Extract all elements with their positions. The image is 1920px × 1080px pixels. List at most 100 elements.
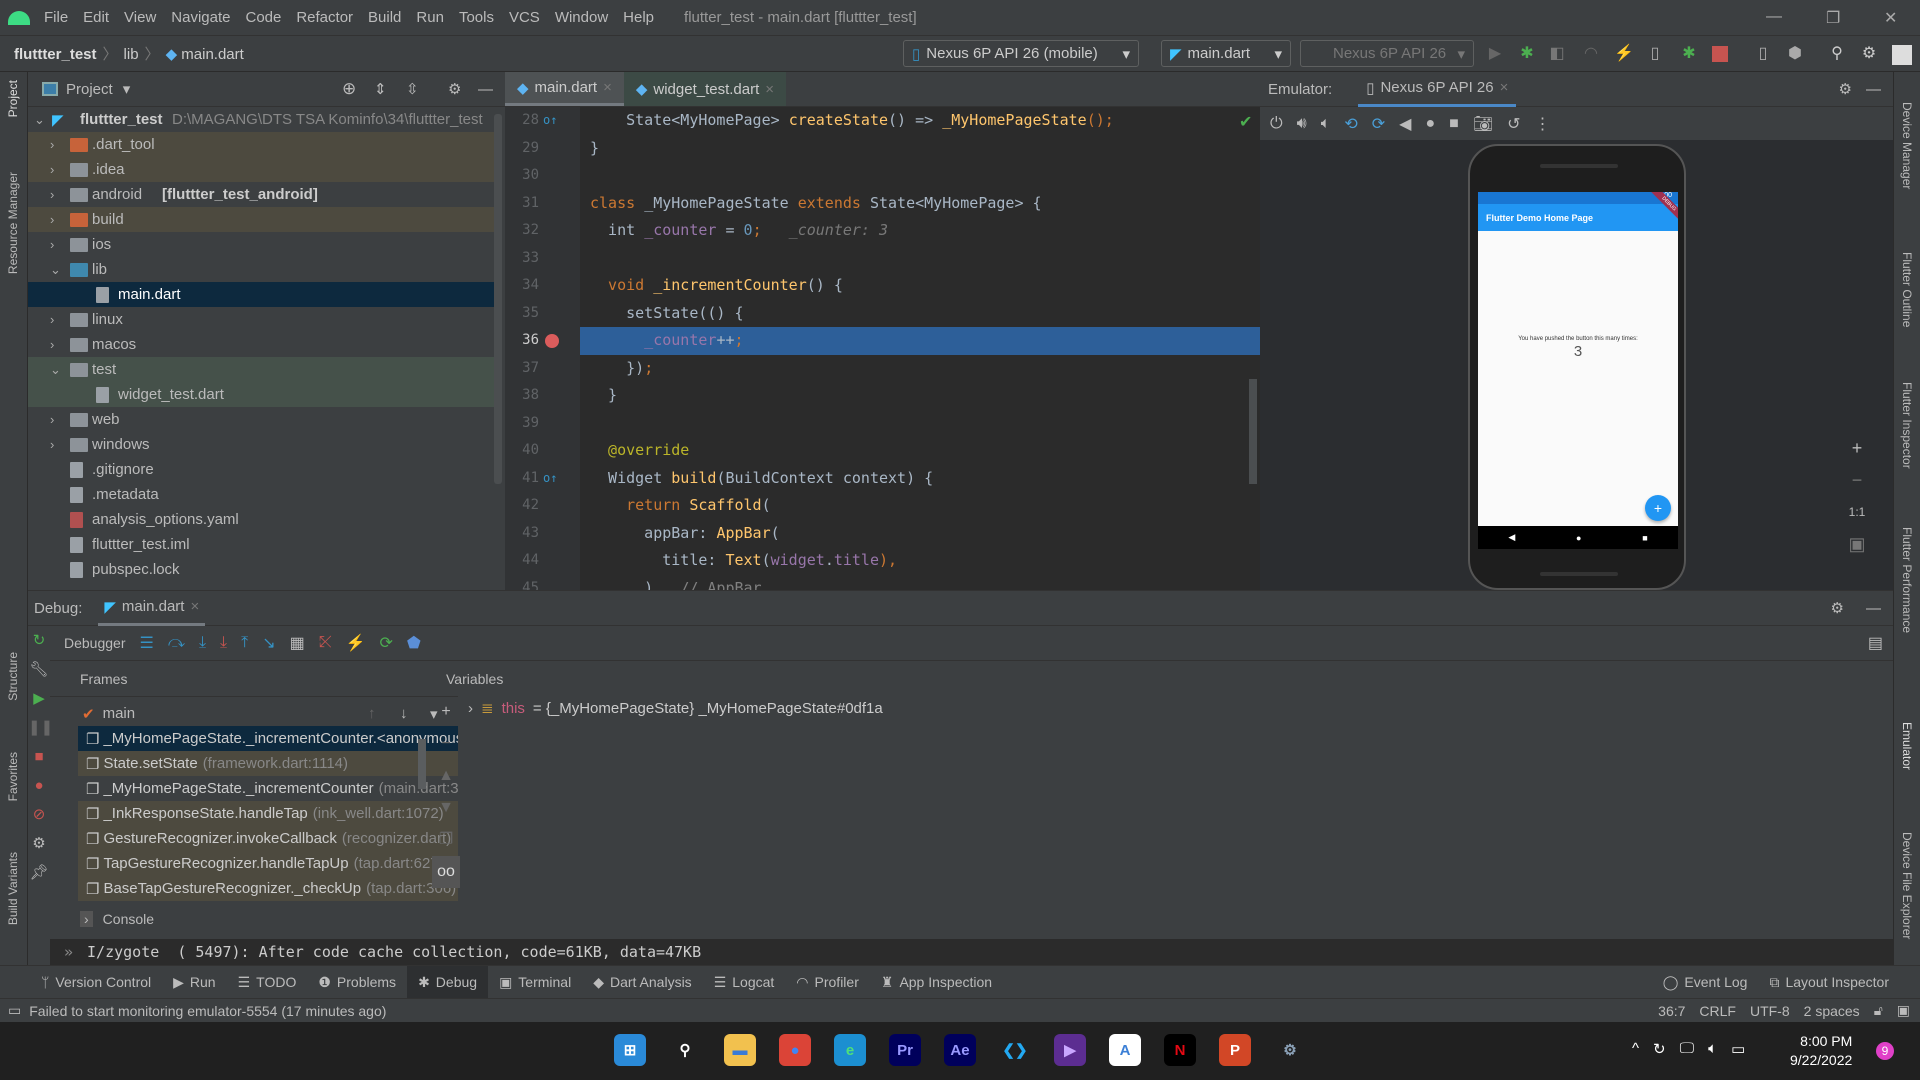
snapshot-restore-icon[interactable]: ↺ — [1507, 114, 1520, 134]
power-icon[interactable]: ⏻ — [1270, 115, 1283, 133]
code-line[interactable]: 36 _counter++; — [505, 327, 1260, 355]
tree-item[interactable]: › macos — [28, 332, 498, 357]
console-tab[interactable]: › Console — [80, 911, 154, 927]
breakpoint-icon[interactable] — [545, 334, 559, 348]
tree-item[interactable]: › .idea — [28, 157, 498, 182]
code-line[interactable]: 28 o↑ State<MyHomePage> createState() => … — [505, 107, 1260, 135]
taskbar-start-icon[interactable]: ⊞ — [614, 1034, 646, 1066]
drop-frame-icon[interactable]: ⤪ — [319, 634, 332, 652]
tool-window-flutter-performance[interactable]: Flutter Performance — [1900, 527, 1914, 633]
menu-edit[interactable]: Edit — [83, 9, 109, 26]
tool-window-build-variants[interactable]: Build Variants — [6, 852, 20, 925]
tree-item[interactable]: › linux — [28, 307, 498, 332]
taskbar-chrome-icon[interactable]: ● — [779, 1034, 811, 1066]
gear-icon[interactable]: ⚙ — [1839, 80, 1852, 98]
tool-window-resource-manager[interactable]: Resource Manager — [6, 172, 20, 274]
show-watches-glasses-icon[interactable]: oo — [432, 856, 460, 888]
volume-up-icon[interactable]: 🔊︎ — [1297, 115, 1307, 133]
move-down-icon[interactable]: ▼ — [432, 792, 460, 824]
more-options-icon[interactable]: ⋮ — [1535, 114, 1551, 134]
code-line[interactable]: 32 int _counter = 0; _counter: 3 — [505, 217, 1260, 245]
tool-window-structure[interactable]: Structure — [6, 652, 20, 701]
dart-devtools-icon[interactable]: ⬟ — [407, 633, 421, 653]
pause-icon[interactable]: ❚❚ — [28, 713, 53, 742]
taskbar-settings-icon[interactable]: ⚙ — [1274, 1034, 1306, 1066]
sync-icon[interactable]: ↻ — [1653, 1040, 1666, 1058]
stack-frame[interactable]: ❐ _MyHomePageState._incrementCounter.<ano… — [78, 726, 458, 751]
step-over-icon[interactable]: ⤼ — [168, 634, 185, 652]
chevron-down-icon[interactable]: ⌄ — [34, 112, 45, 128]
taskbar-search-icon[interactable]: ⚲ — [669, 1034, 701, 1066]
tool-window-project[interactable]: Project — [6, 80, 20, 117]
tool-tab-run[interactable]: ▶ Run — [162, 966, 226, 999]
clock[interactable]: 8:00 PM 9/22/2022 — [1790, 1032, 1852, 1070]
search-icon[interactable]: ⚲ — [1828, 45, 1846, 63]
project-scrollbar[interactable] — [494, 114, 502, 484]
apply-changes-icon[interactable]: ✱ — [1680, 45, 1698, 63]
tool-tab-debug[interactable]: ✱ Debug — [407, 965, 489, 999]
pin-tab-icon[interactable]: 📌︎ — [28, 858, 50, 887]
emulator-screen[interactable]: 8:00 Flutter Demo Home Page DEBUG You ha… — [1478, 192, 1678, 549]
tool-tab-todo[interactable]: ☰ TODO — [227, 966, 308, 999]
restore-button[interactable]: ❐ — [1826, 8, 1840, 28]
sdk-manager-icon[interactable]: ⬢ — [1786, 45, 1804, 63]
tree-item[interactable]: widget_test.dart — [28, 382, 498, 407]
zoom-in-button[interactable]: + — [1842, 432, 1872, 464]
mute-breakpoints-icon[interactable]: ⊘ — [28, 800, 50, 829]
menu-navigate[interactable]: Navigate — [171, 9, 230, 26]
chevron-down-icon[interactable]: ▾ — [123, 80, 131, 98]
screenshot-camera-icon[interactable]: 📷︎ — [1473, 114, 1493, 134]
gear-icon[interactable]: ⚙ — [1831, 599, 1844, 617]
device-manager-icon[interactable]: ▯ — [1754, 45, 1772, 63]
debug-bug-icon[interactable]: ✱ — [1518, 45, 1536, 63]
locate-file-icon[interactable]: ⊕ — [342, 79, 356, 99]
menu-help[interactable]: Help — [623, 9, 654, 26]
overview-icon[interactable]: ■ — [1642, 533, 1647, 543]
console-output[interactable]: » I/zygote ( 5497): After code cache coll… — [50, 939, 1893, 966]
move-up-icon[interactable]: ▲ — [432, 760, 460, 792]
code-line[interactable]: 31 class _MyHomePageState extends State<M… — [505, 190, 1260, 218]
step-out-icon[interactable]: ⤒ — [241, 634, 248, 652]
hide-panel-icon[interactable]: — — [1866, 81, 1881, 98]
menu-view[interactable]: View — [124, 9, 156, 26]
tab-widget-test-dart[interactable]: ◆ widget_test.dart × — [623, 72, 787, 106]
tool-window-device-file-explorer[interactable]: Device File Explorer — [1900, 832, 1914, 939]
close-tab-icon[interactable]: × — [603, 79, 612, 96]
caret-position[interactable]: 36:7 — [1658, 1003, 1685, 1019]
tree-item[interactable]: pubspec.lock — [28, 557, 498, 582]
zoom-actual-size-button[interactable]: 1:1 — [1842, 496, 1872, 528]
menu-code[interactable]: Code — [245, 9, 281, 26]
chevron-right-icon[interactable]: › — [468, 700, 473, 717]
home-icon[interactable]: ● — [1576, 533, 1581, 543]
hot-restart-icon[interactable]: ⟳ — [379, 633, 392, 653]
menu-tools[interactable]: Tools — [459, 9, 494, 26]
stack-frame[interactable]: ❐ _InkResponseState.handleTap (ink_well.da… — [78, 801, 458, 826]
chevron-right-icon[interactable]: › — [50, 337, 54, 352]
view-breakpoints-icon[interactable]: ● — [28, 771, 50, 800]
tool-tab-logcat[interactable]: ☰ Logcat — [703, 966, 786, 999]
chevron-down-icon[interactable]: ⌄ — [50, 362, 61, 378]
hide-panel-icon[interactable]: — — [478, 81, 493, 98]
chevron-right-icon[interactable]: › — [50, 187, 54, 202]
tool-window-device-manager[interactable]: Device Manager — [1900, 102, 1914, 189]
stack-frame[interactable]: ❐_MyHomePageState._incrementCounter(main… — [78, 776, 458, 801]
minimize-button[interactable]: — — [1766, 8, 1782, 26]
debug-session-tab[interactable]: ◤ main.dart × — [98, 591, 206, 626]
chevron-right-icon[interactable]: › — [50, 212, 54, 227]
run-config-selector[interactable]: ◤ main.dart ▾ — [1161, 40, 1291, 67]
layout-icon[interactable]: ▤ — [1868, 633, 1883, 653]
code-line[interactable]: 41 o↑ Widget build(BuildContext context) … — [505, 465, 1260, 493]
taskbar-premiere-icon[interactable]: Pr — [889, 1034, 921, 1066]
arrow-down-icon[interactable]: ↓ — [400, 705, 408, 722]
taskbar-netflix-icon[interactable]: N — [1164, 1034, 1196, 1066]
code-line[interactable]: 29} — [505, 135, 1260, 163]
code-line[interactable]: 33 — [505, 245, 1260, 273]
chevron-right-icon[interactable]: › — [50, 137, 54, 152]
debugger-tab[interactable]: Debugger — [64, 635, 126, 651]
tree-item[interactable]: ⌄ lib — [28, 257, 498, 282]
tool-tab-problems[interactable]: ❶ Problems — [307, 966, 407, 999]
tree-item[interactable]: › ios — [28, 232, 498, 257]
menu-refactor[interactable]: Refactor — [296, 9, 353, 26]
hide-panel-icon[interactable]: — — [1866, 600, 1881, 617]
code-line[interactable]: 44 title: Text(widget.title), — [505, 547, 1260, 575]
